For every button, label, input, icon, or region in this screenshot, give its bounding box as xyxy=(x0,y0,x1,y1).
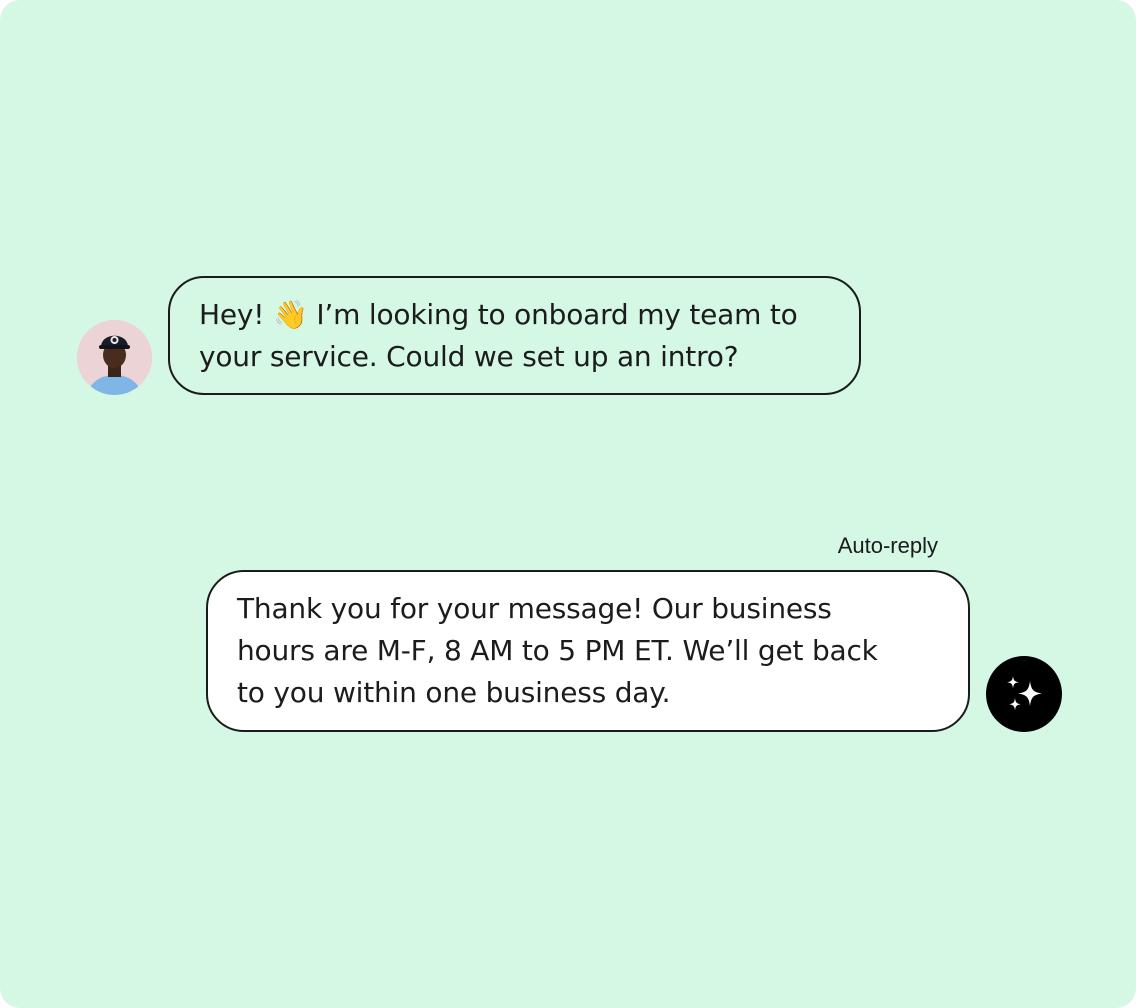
auto-reply-text: Thank you for your message! Our business… xyxy=(237,592,878,709)
auto-reply-label: Auto-reply xyxy=(837,533,938,558)
bot-avatar xyxy=(986,656,1062,732)
auto-reply-bubble: Thank you for your message! Our business… xyxy=(206,570,970,732)
chat-canvas: Hey! 👋 I’m looking to onboard my team to… xyxy=(0,0,1136,1008)
user-avatar xyxy=(77,320,152,395)
incoming-message-bubble: Hey! 👋 I’m looking to onboard my team to… xyxy=(168,276,861,395)
user-avatar-image xyxy=(77,320,152,395)
sparkles-icon xyxy=(1007,676,1042,711)
incoming-message-text: Hey! 👋 I’m looking to onboard my team to… xyxy=(199,298,798,373)
waving-hand-emoji: 👋 xyxy=(272,298,308,331)
